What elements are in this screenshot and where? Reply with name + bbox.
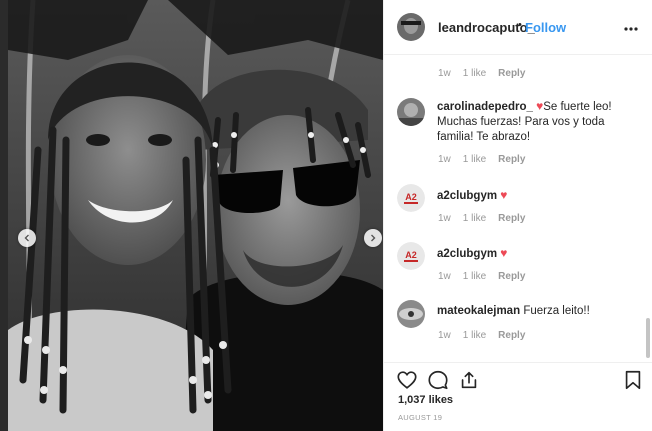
bookmark-icon bbox=[622, 370, 644, 395]
like-button[interactable] bbox=[396, 369, 418, 391]
comment-button[interactable] bbox=[427, 369, 449, 391]
commenter-username[interactable]: carolinadepedro_ bbox=[437, 101, 533, 113]
commenter-avatar[interactable]: A2 bbox=[397, 242, 425, 270]
commenter-username[interactable]: a2clubgym bbox=[437, 248, 497, 260]
comment-time: 1w bbox=[438, 330, 451, 341]
commenter-avatar[interactable] bbox=[397, 98, 425, 126]
header-separator: • bbox=[518, 19, 522, 31]
comment-body: Fuerza leito!! bbox=[523, 305, 590, 317]
reply-button[interactable]: Reply bbox=[498, 154, 525, 165]
svg-text:A2: A2 bbox=[405, 250, 417, 260]
comment-time: 1w bbox=[438, 68, 451, 79]
previous-image-button[interactable] bbox=[18, 229, 36, 247]
comments-list[interactable]: 1w 1 like Reply carolinadepedro_ ♥Se fuert… bbox=[384, 56, 652, 361]
comment-likes[interactable]: 1 like bbox=[463, 68, 486, 79]
more-options-icon bbox=[624, 18, 638, 36]
author-avatar[interactable] bbox=[397, 13, 425, 41]
post-photo[interactable] bbox=[8, 0, 383, 431]
comment-text: mateokalejman Fuerza leito!! bbox=[437, 304, 637, 319]
post-image bbox=[8, 0, 383, 431]
comment-meta: 1w 1 like Reply bbox=[438, 271, 525, 282]
save-button[interactable] bbox=[622, 369, 644, 391]
post-actions: 1,037 likes AUGUST 19 bbox=[384, 362, 652, 431]
comment-text: a2clubgym ♥ bbox=[437, 246, 637, 262]
instagram-post: leandrocaputo_ • Follow 1w 1 like Reply ca… bbox=[0, 0, 652, 431]
comment-likes[interactable]: 1 like bbox=[463, 271, 486, 282]
commenter-avatar[interactable]: A2 bbox=[397, 184, 425, 212]
commenter-username[interactable]: mateokalejman bbox=[437, 305, 520, 317]
comment-time: 1w bbox=[438, 213, 451, 224]
chevron-left-icon bbox=[23, 234, 31, 242]
background-strip bbox=[0, 0, 8, 431]
comment-meta: 1w 1 like Reply bbox=[438, 213, 525, 224]
comment-meta: 1w 1 like Reply bbox=[438, 154, 525, 165]
post-sidebar: leandrocaputo_ • Follow 1w 1 like Reply ca… bbox=[383, 0, 652, 431]
reply-button[interactable]: Reply bbox=[498, 68, 525, 79]
comment-icon bbox=[427, 370, 449, 395]
post-date: AUGUST 19 bbox=[398, 413, 443, 422]
comment-time: 1w bbox=[438, 154, 451, 165]
heart-icon bbox=[396, 371, 418, 395]
likes-count[interactable]: 1,037 likes bbox=[398, 394, 453, 406]
heart-emoji-icon: ♥ bbox=[500, 188, 508, 202]
follow-button[interactable]: Follow bbox=[525, 20, 566, 35]
reply-button[interactable]: Reply bbox=[498, 330, 525, 341]
comment-likes[interactable]: 1 like bbox=[463, 330, 486, 341]
comment-text: a2clubgym ♥ bbox=[437, 188, 637, 204]
next-image-button[interactable] bbox=[364, 229, 382, 247]
comments-scrollbar[interactable] bbox=[646, 318, 650, 358]
comment-meta: 1w 1 like Reply bbox=[438, 68, 525, 79]
commenter-avatar[interactable] bbox=[397, 300, 425, 328]
share-icon bbox=[458, 371, 480, 395]
svg-text:A2: A2 bbox=[405, 192, 417, 202]
post-header: leandrocaputo_ • Follow bbox=[384, 0, 652, 55]
share-button[interactable] bbox=[458, 369, 480, 391]
comment-meta: 1w 1 like Reply bbox=[438, 330, 525, 341]
reply-button[interactable]: Reply bbox=[498, 213, 525, 224]
more-options-button[interactable] bbox=[622, 18, 640, 36]
comment-likes[interactable]: 1 like bbox=[463, 154, 486, 165]
commenter-username[interactable]: a2clubgym bbox=[437, 190, 497, 202]
comment-text: carolinadepedro_ ♥Se fuerte leo! Muchas … bbox=[437, 99, 637, 145]
heart-emoji-icon: ♥ bbox=[500, 246, 508, 260]
chevron-right-icon bbox=[369, 234, 377, 242]
comment-likes[interactable]: 1 like bbox=[463, 213, 486, 224]
comment-time: 1w bbox=[438, 271, 451, 282]
reply-button[interactable]: Reply bbox=[498, 271, 525, 282]
